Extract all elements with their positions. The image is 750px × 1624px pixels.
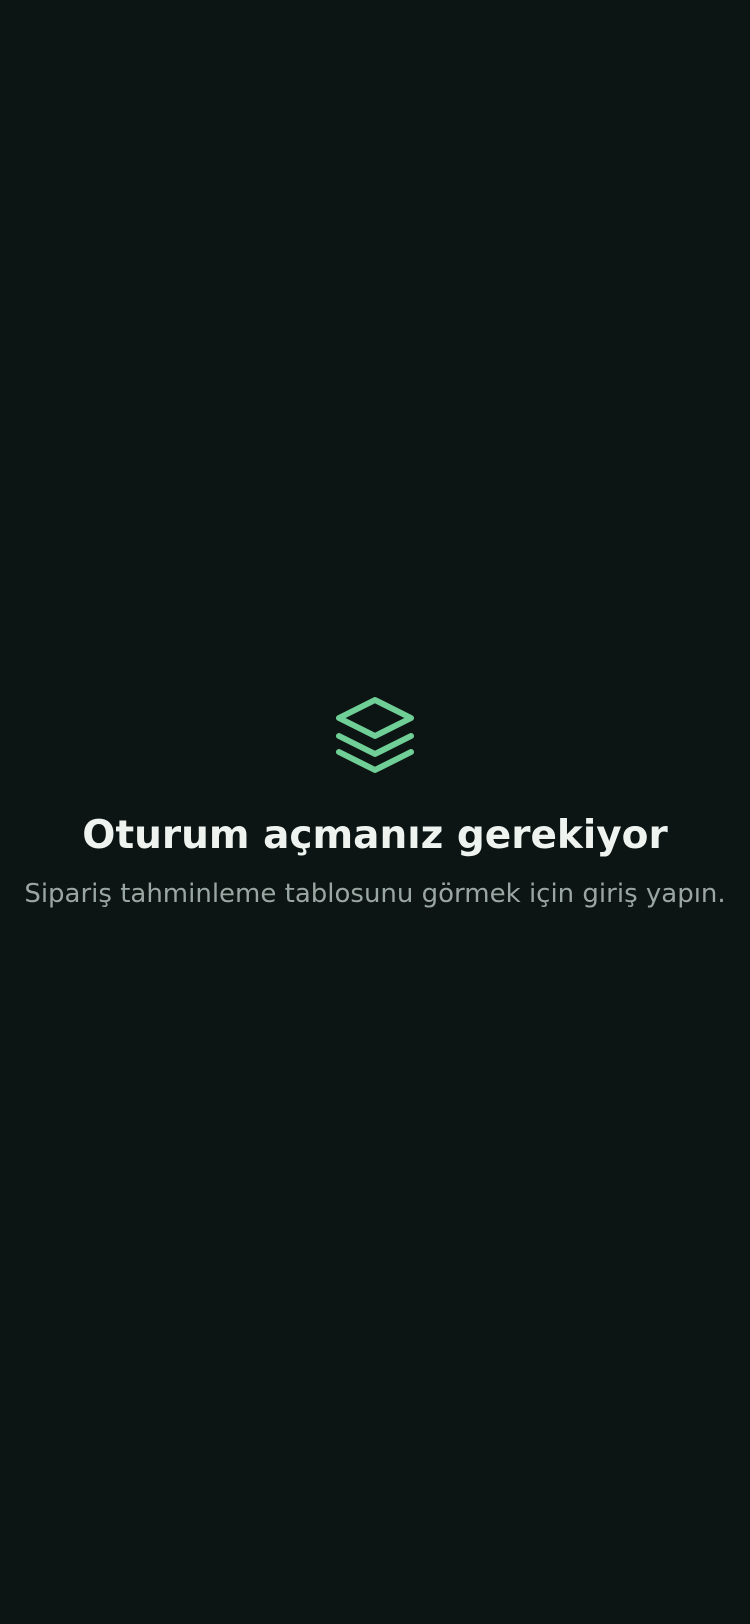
- stack-layers-icon: [333, 690, 417, 774]
- page-subtitle: Sipariş tahminleme tablosunu görmek için…: [24, 879, 726, 909]
- login-required-screen: Oturum açmanız gerekiyor Sipariş tahminl…: [0, 0, 750, 1624]
- page-title: Oturum açmanız gerekiyor: [82, 813, 668, 858]
- empty-state: Oturum açmanız gerekiyor Sipariş tahminl…: [0, 690, 750, 912]
